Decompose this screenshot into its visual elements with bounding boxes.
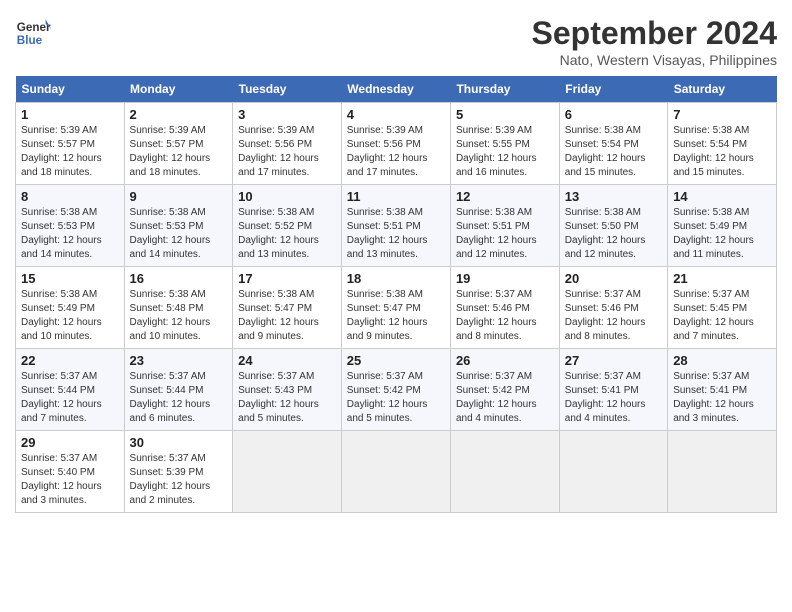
calendar-table: Sunday Monday Tuesday Wednesday Thursday…	[15, 76, 777, 513]
table-row	[450, 431, 559, 513]
table-row	[668, 431, 777, 513]
table-row: 15Sunrise: 5:38 AMSunset: 5:49 PMDayligh…	[16, 267, 125, 349]
col-wednesday: Wednesday	[341, 76, 450, 103]
table-row	[341, 431, 450, 513]
table-row: 1Sunrise: 5:39 AMSunset: 5:57 PMDaylight…	[16, 103, 125, 185]
table-row: 21Sunrise: 5:37 AMSunset: 5:45 PMDayligh…	[668, 267, 777, 349]
table-row: 6Sunrise: 5:38 AMSunset: 5:54 PMDaylight…	[559, 103, 667, 185]
table-row: 25Sunrise: 5:37 AMSunset: 5:42 PMDayligh…	[341, 349, 450, 431]
table-row: 30Sunrise: 5:37 AMSunset: 5:39 PMDayligh…	[124, 431, 233, 513]
table-row: 3Sunrise: 5:39 AMSunset: 5:56 PMDaylight…	[233, 103, 342, 185]
header-row: Sunday Monday Tuesday Wednesday Thursday…	[16, 76, 777, 103]
month-year: September 2024	[532, 15, 777, 52]
location: Nato, Western Visayas, Philippines	[532, 52, 777, 68]
table-row: 27Sunrise: 5:37 AMSunset: 5:41 PMDayligh…	[559, 349, 667, 431]
table-row: 2Sunrise: 5:39 AMSunset: 5:57 PMDaylight…	[124, 103, 233, 185]
page-header: General Blue September 2024 Nato, Wester…	[15, 15, 777, 68]
table-row: 28Sunrise: 5:37 AMSunset: 5:41 PMDayligh…	[668, 349, 777, 431]
table-row: 24Sunrise: 5:37 AMSunset: 5:43 PMDayligh…	[233, 349, 342, 431]
table-row: 12Sunrise: 5:38 AMSunset: 5:51 PMDayligh…	[450, 185, 559, 267]
col-saturday: Saturday	[668, 76, 777, 103]
table-row: 29Sunrise: 5:37 AMSunset: 5:40 PMDayligh…	[16, 431, 125, 513]
logo: General Blue	[15, 15, 51, 51]
svg-text:Blue: Blue	[17, 34, 43, 47]
table-row: 4Sunrise: 5:39 AMSunset: 5:56 PMDaylight…	[341, 103, 450, 185]
table-row: 18Sunrise: 5:38 AMSunset: 5:47 PMDayligh…	[341, 267, 450, 349]
table-row: 17Sunrise: 5:38 AMSunset: 5:47 PMDayligh…	[233, 267, 342, 349]
week-row-1: 1Sunrise: 5:39 AMSunset: 5:57 PMDaylight…	[16, 103, 777, 185]
table-row: 13Sunrise: 5:38 AMSunset: 5:50 PMDayligh…	[559, 185, 667, 267]
logo-icon: General Blue	[15, 15, 51, 51]
col-friday: Friday	[559, 76, 667, 103]
table-row: 23Sunrise: 5:37 AMSunset: 5:44 PMDayligh…	[124, 349, 233, 431]
title-area: September 2024 Nato, Western Visayas, Ph…	[532, 15, 777, 68]
col-sunday: Sunday	[16, 76, 125, 103]
table-row: 7Sunrise: 5:38 AMSunset: 5:54 PMDaylight…	[668, 103, 777, 185]
table-row: 14Sunrise: 5:38 AMSunset: 5:49 PMDayligh…	[668, 185, 777, 267]
week-row-3: 15Sunrise: 5:38 AMSunset: 5:49 PMDayligh…	[16, 267, 777, 349]
week-row-4: 22Sunrise: 5:37 AMSunset: 5:44 PMDayligh…	[16, 349, 777, 431]
col-thursday: Thursday	[450, 76, 559, 103]
table-row: 26Sunrise: 5:37 AMSunset: 5:42 PMDayligh…	[450, 349, 559, 431]
table-row: 22Sunrise: 5:37 AMSunset: 5:44 PMDayligh…	[16, 349, 125, 431]
table-row: 16Sunrise: 5:38 AMSunset: 5:48 PMDayligh…	[124, 267, 233, 349]
table-row: 11Sunrise: 5:38 AMSunset: 5:51 PMDayligh…	[341, 185, 450, 267]
col-tuesday: Tuesday	[233, 76, 342, 103]
table-row	[233, 431, 342, 513]
table-row: 5Sunrise: 5:39 AMSunset: 5:55 PMDaylight…	[450, 103, 559, 185]
table-row: 10Sunrise: 5:38 AMSunset: 5:52 PMDayligh…	[233, 185, 342, 267]
week-row-2: 8Sunrise: 5:38 AMSunset: 5:53 PMDaylight…	[16, 185, 777, 267]
table-row: 19Sunrise: 5:37 AMSunset: 5:46 PMDayligh…	[450, 267, 559, 349]
week-row-5: 29Sunrise: 5:37 AMSunset: 5:40 PMDayligh…	[16, 431, 777, 513]
table-row: 8Sunrise: 5:38 AMSunset: 5:53 PMDaylight…	[16, 185, 125, 267]
table-row: 20Sunrise: 5:37 AMSunset: 5:46 PMDayligh…	[559, 267, 667, 349]
table-row	[559, 431, 667, 513]
table-row: 9Sunrise: 5:38 AMSunset: 5:53 PMDaylight…	[124, 185, 233, 267]
col-monday: Monday	[124, 76, 233, 103]
